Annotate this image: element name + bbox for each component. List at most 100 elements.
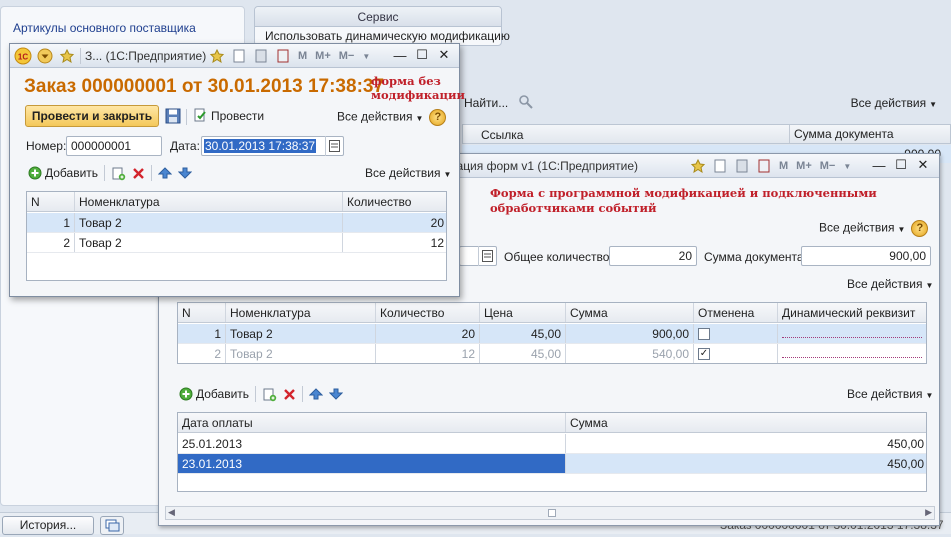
- cancel-search-icon[interactable]: [518, 94, 534, 110]
- memory-m-button[interactable]: M: [777, 160, 790, 172]
- move-down-icon[interactable]: [329, 387, 344, 401]
- calendar-icon[interactable]: [478, 246, 496, 266]
- date-field[interactable]: 30.01.2013 17:38:37: [201, 136, 344, 156]
- service-panel: Сервис Использовать динамическую модифик…: [254, 6, 510, 46]
- move-up-icon[interactable]: [309, 387, 324, 401]
- favorites-icon[interactable]: [58, 47, 76, 65]
- calendar-icon[interactable]: [274, 47, 292, 65]
- date-value: 30.01.2013 17:38:37: [204, 139, 317, 153]
- calculator-icon[interactable]: [252, 47, 270, 65]
- favorites-icon[interactable]: [689, 157, 707, 175]
- maximize-icon[interactable]: ☐: [893, 157, 909, 173]
- win2-date-field[interactable]: [459, 246, 497, 266]
- memory-mminus-button[interactable]: M−: [337, 50, 357, 62]
- post-label: Провести: [211, 108, 265, 123]
- scroll-thumb[interactable]: [548, 509, 556, 517]
- table-row[interactable]: 2 Товар 2 12 45,00 540,00 ✓: [178, 344, 926, 363]
- calendar-icon[interactable]: [755, 157, 773, 175]
- main-menu-icon[interactable]: [36, 47, 54, 65]
- calendar-icon[interactable]: [325, 136, 343, 156]
- add-icon: [28, 166, 42, 180]
- col-cancelled[interactable]: Отменена: [694, 303, 778, 322]
- memory-mplus-button[interactable]: M+: [794, 160, 814, 172]
- dynamic-attr-field[interactable]: [782, 325, 922, 338]
- scroll-right-icon[interactable]: ▶: [925, 507, 932, 518]
- scroll-left-icon[interactable]: ◀: [168, 507, 175, 518]
- col-qty[interactable]: Количество: [343, 192, 446, 211]
- list-all-actions-menu[interactable]: Все действия ▼: [851, 96, 937, 110]
- separator: [151, 165, 153, 181]
- row-sum: 900,00: [566, 324, 694, 343]
- col-item[interactable]: Номенклатура: [75, 192, 343, 211]
- horizontal-scrollbar[interactable]: ◀ ▶: [165, 506, 935, 520]
- post-button[interactable]: Провести: [193, 108, 264, 123]
- cancelled-checkbox-checked[interactable]: ✓: [698, 347, 710, 360]
- supplier-articles-link[interactable]: Артикулы основного поставщика: [13, 21, 196, 35]
- add-payment-button[interactable]: Добавить: [179, 387, 249, 401]
- save-icon[interactable]: [165, 108, 181, 124]
- doc-sum-field[interactable]: 900,00: [801, 246, 931, 266]
- win1-table-all-actions[interactable]: Все действия ▼: [365, 166, 451, 180]
- chevron-down-icon: ▼: [897, 224, 906, 234]
- post-and-close-button[interactable]: Провести и закрыть: [25, 105, 159, 127]
- table-row[interactable]: 2 Товар 2 12: [27, 233, 446, 253]
- close-icon[interactable]: ✕: [436, 47, 452, 63]
- toolbar-more-icon[interactable]: ▼: [841, 162, 853, 171]
- help-icon[interactable]: ?: [429, 109, 447, 126]
- cancelled-checkbox[interactable]: [698, 327, 710, 340]
- add-row-button[interactable]: Добавить: [28, 166, 98, 180]
- copy-icon[interactable]: [111, 166, 126, 181]
- table-row[interactable]: 23.01.2013 450,00: [178, 454, 926, 474]
- col-dynamic[interactable]: Динамический реквизит: [778, 303, 926, 322]
- table-row[interactable]: 1 Товар 2 20 45,00 900,00: [178, 324, 926, 344]
- link-icon[interactable]: [230, 47, 248, 65]
- row-dynamic[interactable]: [778, 344, 926, 363]
- windows-icon[interactable]: [100, 516, 124, 535]
- col-qty[interactable]: Количество: [376, 303, 480, 322]
- toolbar-more-icon[interactable]: ▼: [360, 52, 372, 61]
- row-dynamic[interactable]: [778, 324, 926, 343]
- table-row[interactable]: 25.01.2013 450,00: [178, 434, 926, 454]
- number-field[interactable]: 000000001: [66, 136, 162, 156]
- delete-icon[interactable]: [132, 167, 145, 180]
- list-col-doc-sum: Сумма документа: [789, 125, 894, 143]
- memory-m-button[interactable]: M: [296, 50, 309, 62]
- 1c-logo-icon[interactable]: 1С: [14, 47, 32, 65]
- col-payment-sum[interactable]: Сумма: [566, 413, 926, 432]
- copy-icon[interactable]: [262, 387, 277, 402]
- total-qty-field[interactable]: 20: [609, 246, 697, 266]
- memory-mplus-button[interactable]: M+: [313, 50, 333, 62]
- win2-all-actions-bottom[interactable]: Все действия ▼: [847, 387, 933, 401]
- add-to-favorites-icon[interactable]: [208, 47, 226, 65]
- col-n[interactable]: N: [27, 192, 75, 211]
- win2-all-actions-mid[interactable]: Все действия ▼: [847, 277, 933, 291]
- help-icon[interactable]: ?: [911, 220, 929, 237]
- calculator-icon[interactable]: [733, 157, 751, 175]
- col-sum[interactable]: Сумма: [566, 303, 694, 322]
- win2-annotation: Форма с программной модификацией и подкл…: [490, 186, 877, 215]
- win1-titlebar[interactable]: 1С З... (1С:Предприятие) M M+ M− ▼ — ☐ ✕: [10, 44, 459, 68]
- minimize-icon[interactable]: —: [392, 47, 408, 63]
- use-dynamic-modification-link[interactable]: Использовать динамическую модификацию: [265, 29, 510, 43]
- move-down-icon[interactable]: [178, 166, 193, 180]
- col-price[interactable]: Цена: [480, 303, 566, 322]
- delete-icon[interactable]: [283, 388, 296, 401]
- row-n: 1: [27, 213, 75, 232]
- memory-mminus-button[interactable]: M−: [818, 160, 838, 172]
- row-item: Товар 2: [75, 233, 343, 252]
- maximize-icon[interactable]: ☐: [414, 47, 430, 63]
- win2-all-actions-bottom-label: Все действия: [847, 387, 923, 401]
- win2-all-actions-top[interactable]: Все действия ▼?: [819, 220, 929, 237]
- col-item[interactable]: Номенклатура: [226, 303, 376, 322]
- history-button[interactable]: История...: [2, 516, 94, 535]
- col-n[interactable]: N: [178, 303, 226, 322]
- list-find-button[interactable]: Найти...: [464, 96, 508, 110]
- table-row[interactable]: 1 Товар 2 20: [27, 213, 446, 233]
- win1-all-actions[interactable]: Все действия ▼?: [337, 109, 447, 126]
- close-icon[interactable]: ✕: [915, 157, 931, 173]
- col-payment-date[interactable]: Дата оплаты: [178, 413, 566, 432]
- dynamic-attr-field[interactable]: [782, 345, 922, 358]
- link-icon[interactable]: [711, 157, 729, 175]
- minimize-icon[interactable]: —: [871, 157, 887, 173]
- move-up-icon[interactable]: [158, 166, 173, 180]
